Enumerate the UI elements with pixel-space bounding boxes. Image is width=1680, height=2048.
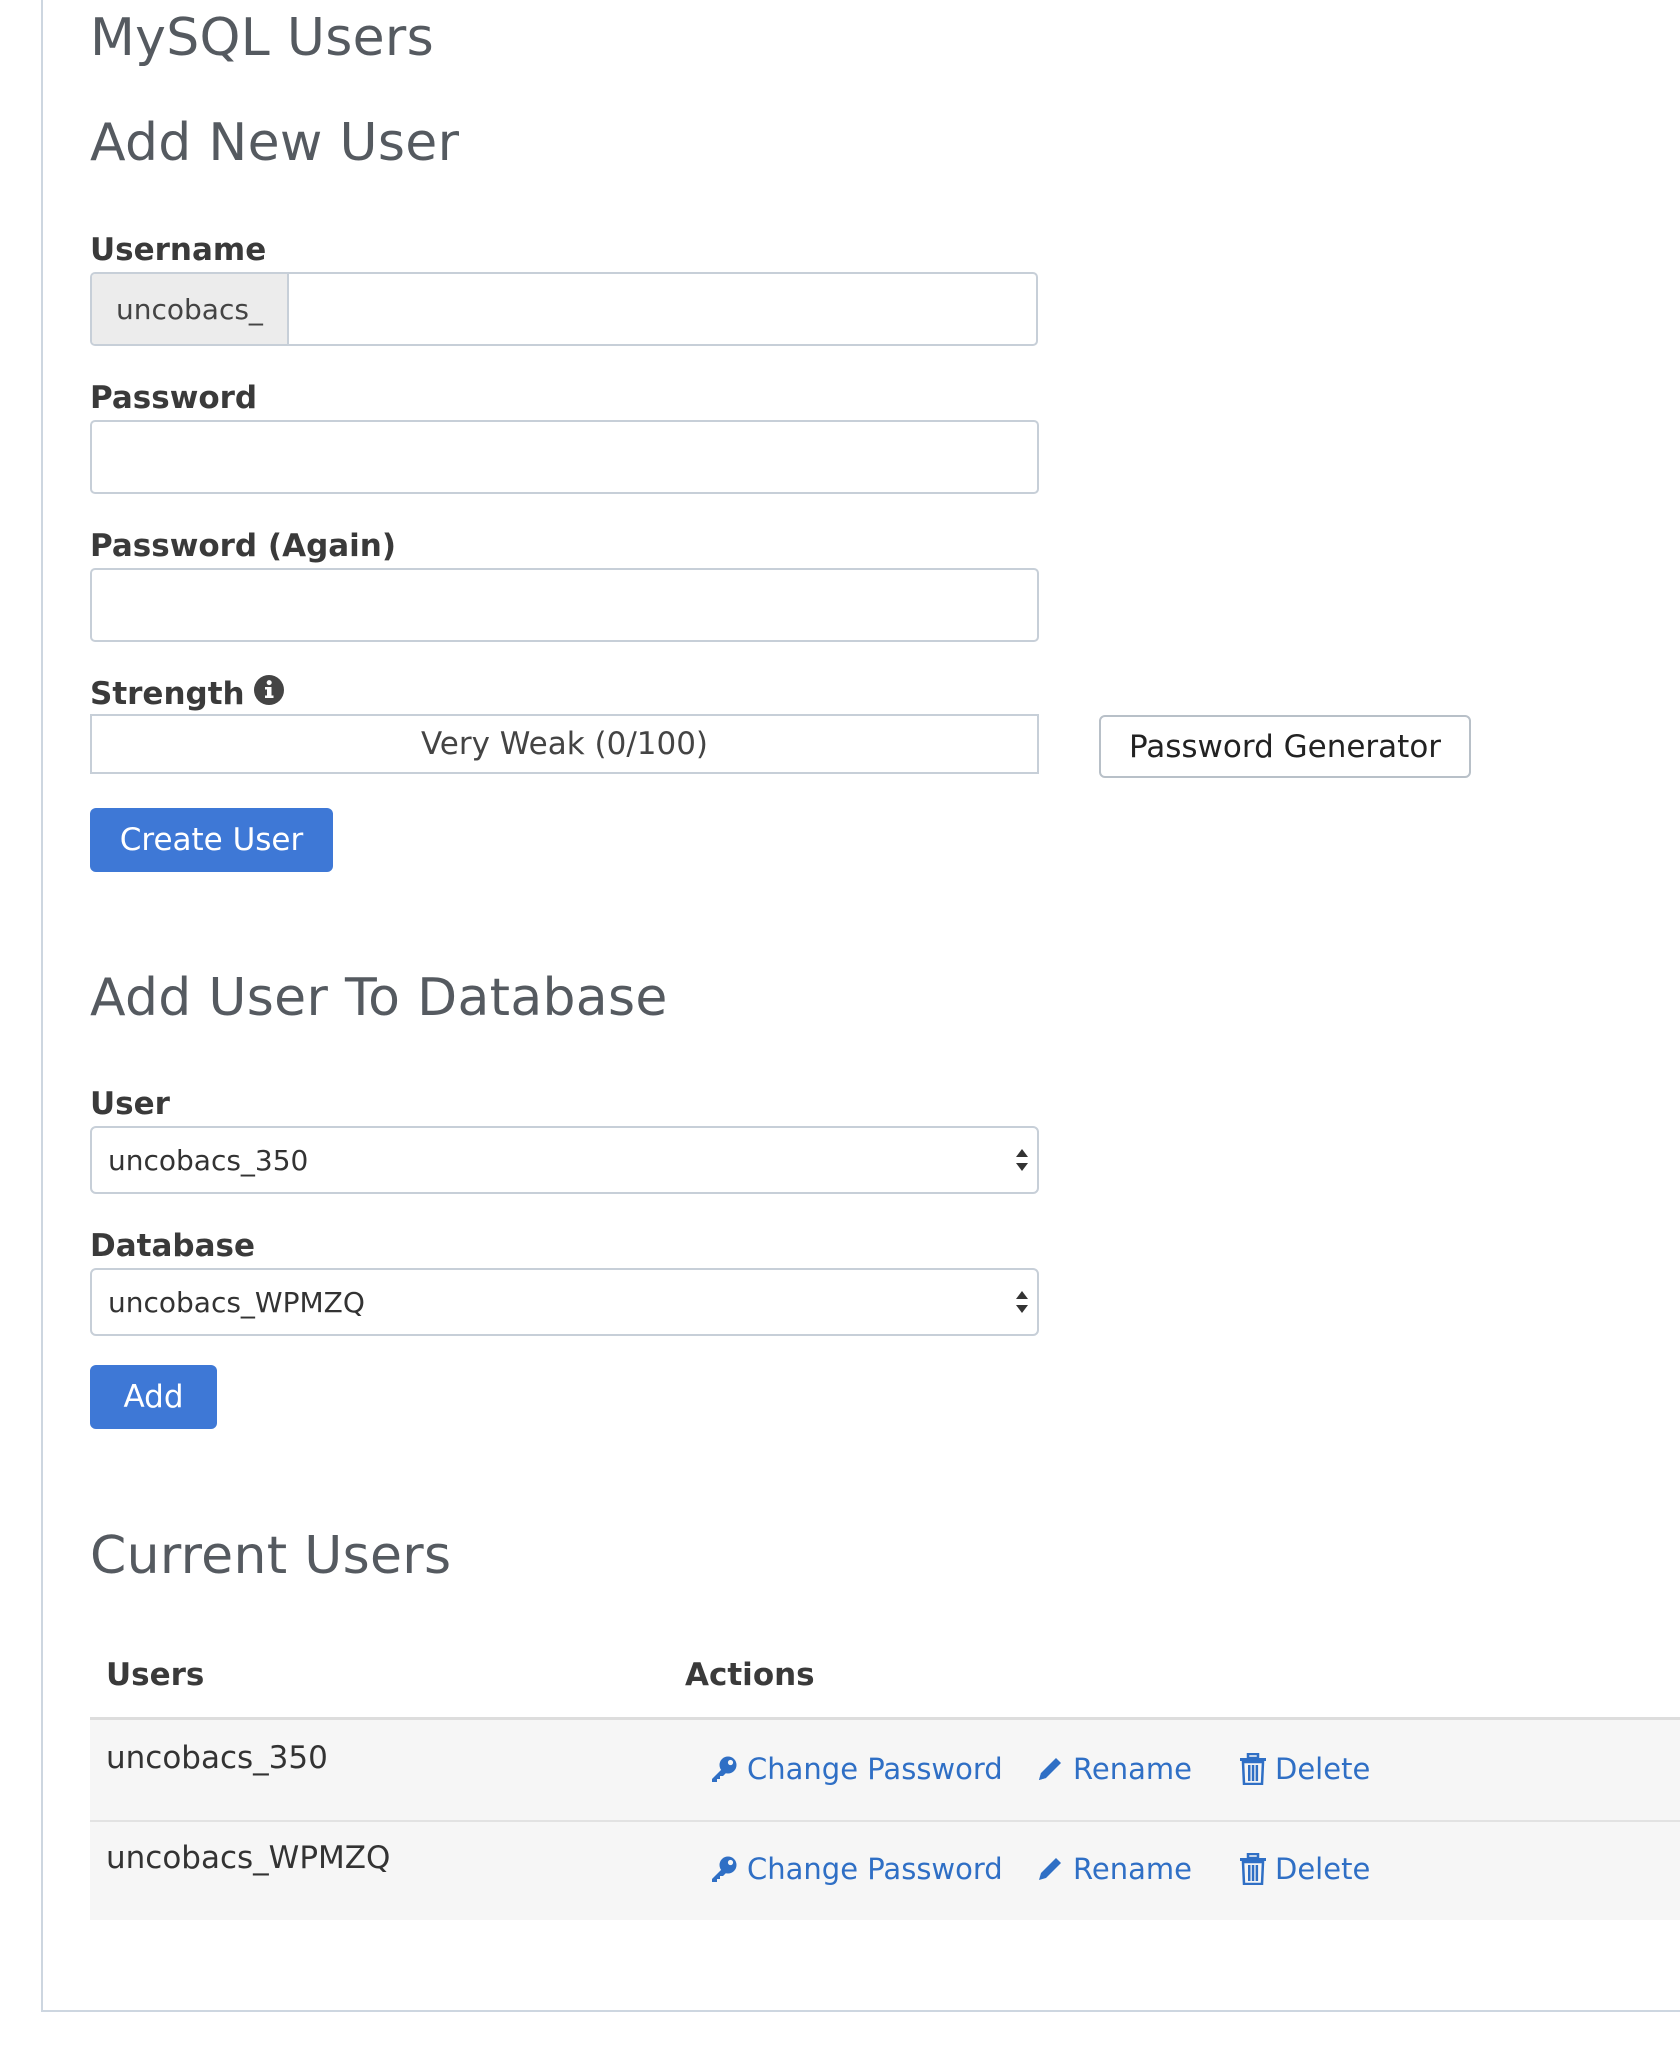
change-password-link[interactable]: Change Password: [709, 1852, 1003, 1886]
current-users-heading: Current Users: [90, 1526, 452, 1586]
password-input[interactable]: [90, 420, 1039, 494]
change-password-label: Change Password: [747, 1852, 1003, 1886]
change-password-label: Change Password: [747, 1752, 1003, 1786]
key-icon: [712, 1756, 737, 1782]
strength-label: Strength: [90, 676, 245, 712]
database-select[interactable]: uncobacs_WPMZQ: [90, 1268, 1039, 1336]
trash-icon: [1240, 1853, 1266, 1885]
create-user-button[interactable]: Create User: [90, 808, 333, 872]
table-cell-user: uncobacs_350: [106, 1740, 328, 1776]
add-user-to-database-heading: Add User To Database: [90, 968, 668, 1028]
delete-link[interactable]: Delete: [1239, 1852, 1370, 1886]
add-new-user-heading: Add New User: [90, 113, 460, 173]
trash-icon: [1240, 1753, 1266, 1785]
password-generator-button[interactable]: Password Generator: [1099, 715, 1471, 778]
user-select[interactable]: uncobacs_350: [90, 1126, 1039, 1194]
user-select-value: uncobacs_350: [108, 1143, 309, 1177]
delete-label: Delete: [1275, 1752, 1371, 1786]
rename-link[interactable]: Rename: [1035, 1752, 1192, 1786]
password-again-label: Password (Again): [90, 528, 397, 564]
username-input-group: uncobacs_: [90, 272, 1038, 346]
user-label: User: [90, 1086, 170, 1122]
pencil-icon: [1039, 1758, 1061, 1780]
database-label: Database: [90, 1228, 255, 1264]
panel-border-bottom: [41, 2010, 1680, 2012]
strength-meter: Very Weak (0/100): [90, 714, 1039, 774]
rename-link[interactable]: Rename: [1035, 1852, 1192, 1886]
table-header-actions: Actions: [685, 1657, 815, 1693]
delete-link[interactable]: Delete: [1239, 1752, 1370, 1786]
password-again-input[interactable]: [90, 568, 1039, 642]
page-title: MySQL Users: [90, 8, 434, 68]
username-label: Username: [90, 232, 267, 268]
key-icon: [712, 1856, 737, 1882]
change-password-link[interactable]: Change Password: [709, 1752, 1003, 1786]
username-input[interactable]: [288, 274, 1036, 344]
select-arrows-icon: [1016, 1291, 1028, 1313]
username-prefix: uncobacs_: [92, 274, 289, 344]
strength-label-row: Strength: [90, 674, 285, 714]
password-label: Password: [90, 380, 258, 416]
database-select-value: uncobacs_WPMZQ: [108, 1285, 365, 1319]
info-icon[interactable]: [253, 674, 285, 714]
rename-label: Rename: [1073, 1752, 1192, 1786]
delete-label: Delete: [1275, 1852, 1371, 1886]
panel-border-left: [41, 0, 43, 2012]
pencil-icon: [1039, 1858, 1061, 1880]
table-header-users: Users: [106, 1657, 205, 1693]
rename-label: Rename: [1073, 1852, 1192, 1886]
select-arrows-icon: [1016, 1149, 1028, 1171]
add-button[interactable]: Add: [90, 1365, 217, 1429]
table-cell-user: uncobacs_WPMZQ: [106, 1840, 391, 1876]
